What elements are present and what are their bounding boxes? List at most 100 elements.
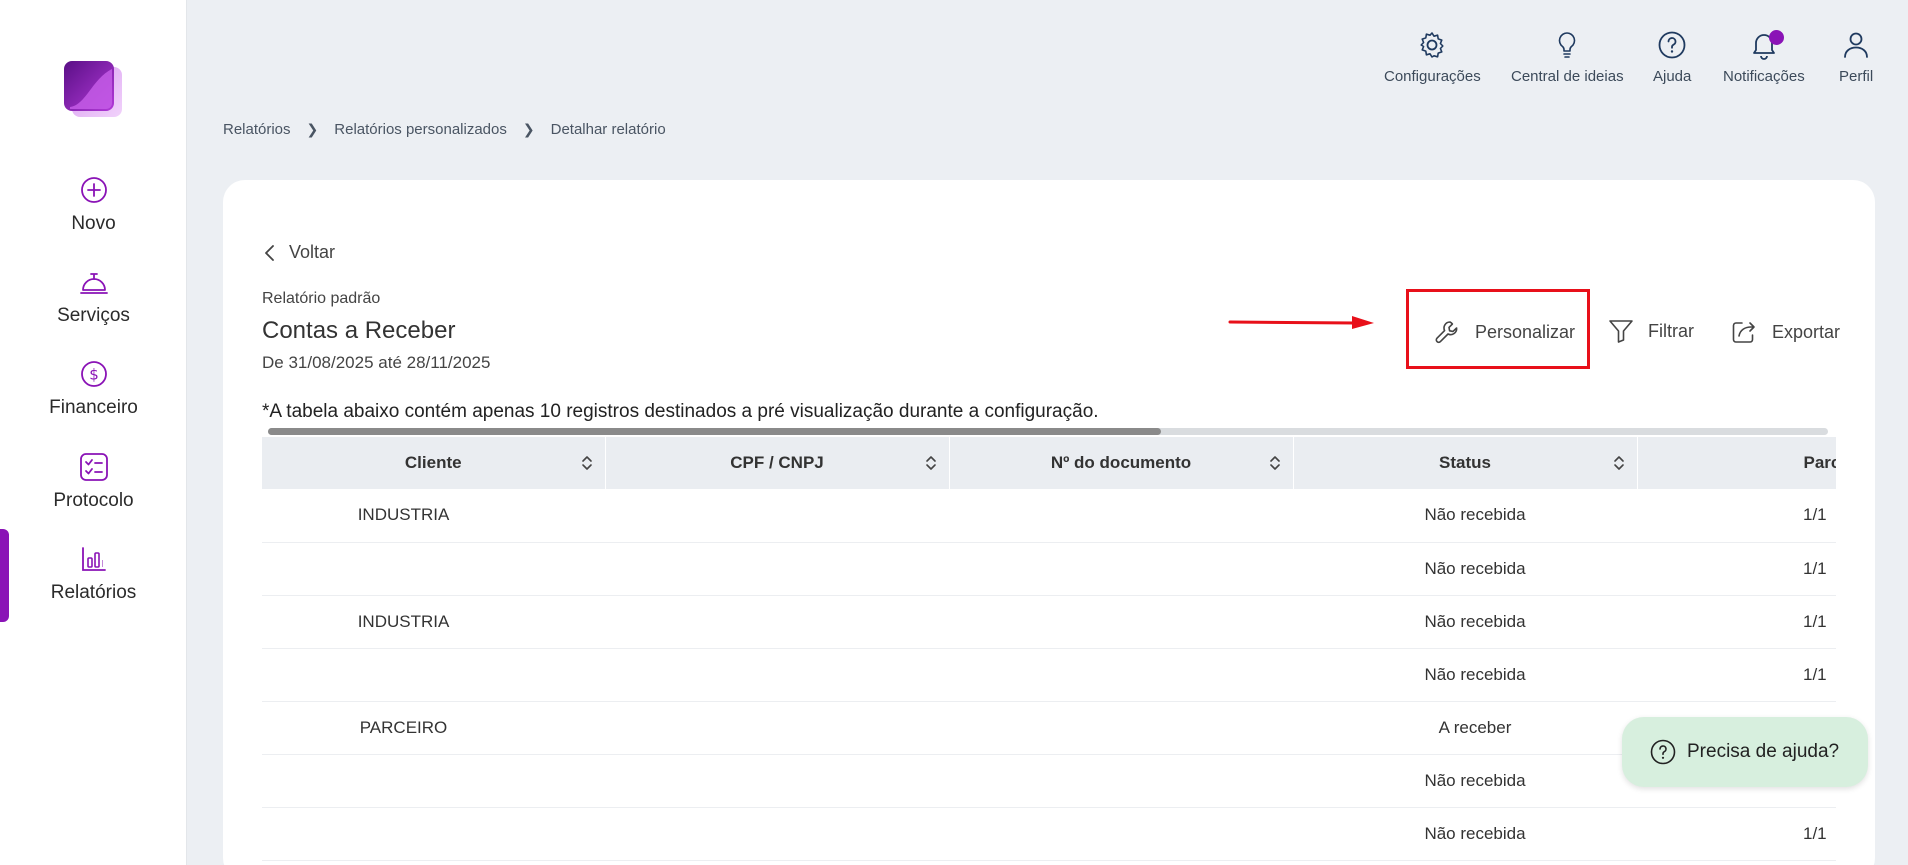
- table-row[interactable]: Não recebida1/1: [262, 648, 1836, 702]
- sidebar-item-servicos[interactable]: Serviços: [0, 257, 187, 337]
- table-cell-cliente: [262, 807, 605, 861]
- topbar-configuracoes[interactable]: Configurações: [1384, 28, 1481, 85]
- topbar-notificacoes[interactable]: Notificações: [1723, 28, 1805, 85]
- report-table: Cliente CPF / CNPJ Nº do documento Statu…: [262, 437, 1836, 861]
- sidebar-item-protocolo[interactable]: Protocolo: [0, 442, 187, 522]
- sidebar-item-label: Financeiro: [49, 397, 138, 418]
- filter-label: Filtrar: [1648, 320, 1694, 341]
- dollar-circle-icon: $: [79, 359, 109, 389]
- table-cell-status: Não recebida: [1293, 807, 1637, 861]
- breadcrumb-item-relatorios[interactable]: Relatórios: [223, 121, 291, 138]
- table-cell-doc: [949, 807, 1293, 861]
- table-cell-parcela: 1/1: [1637, 595, 1836, 649]
- breadcrumb-item-relatorios-personalizados[interactable]: Relatórios personalizados: [334, 121, 507, 138]
- table-cell-status: Não recebida: [1293, 648, 1637, 702]
- column-header-documento[interactable]: Nº do documento: [949, 437, 1294, 489]
- topbar-label: Central de ideias: [1511, 68, 1624, 85]
- table-cell-cpf: [605, 595, 949, 649]
- topbar-central-de-ideias[interactable]: Central de ideias: [1511, 28, 1624, 85]
- service-bell-icon: [79, 267, 109, 297]
- sort-icon[interactable]: [1613, 454, 1625, 472]
- sidebar-item-novo[interactable]: Novo: [0, 165, 187, 245]
- help-button-label: Precisa de ajuda?: [1687, 741, 1840, 762]
- wrench-icon: [1435, 321, 1458, 344]
- export-button[interactable]: Exportar: [1730, 318, 1840, 346]
- sidebar-item-label: Novo: [71, 213, 116, 234]
- topbar-label: Configurações: [1384, 68, 1481, 85]
- column-header-cpf-cnpj[interactable]: CPF / CNPJ: [605, 437, 950, 489]
- chevron-right-icon: ❯: [306, 121, 319, 137]
- table-cell-cliente: [262, 542, 605, 596]
- table-cell-parcela: 1/1: [1637, 807, 1836, 861]
- table-cell-doc: [949, 701, 1293, 755]
- plus-circle-icon: [79, 175, 109, 205]
- table-row[interactable]: INDUSTRIA Não recebida 1/1: [262, 489, 1836, 543]
- topbar-label: Notificações: [1723, 68, 1805, 85]
- export-label: Exportar: [1772, 321, 1841, 342]
- table-cell-cliente: INDUSTRIA: [262, 489, 605, 543]
- help-chat-button[interactable]: Precisa de ajuda?: [1622, 717, 1868, 787]
- table-cell-status: Não recebida: [1293, 595, 1637, 649]
- table-cell-parcela: 1/1: [1637, 489, 1836, 543]
- table-cell-cpf: [605, 754, 949, 808]
- table-row[interactable]: Não recebida1/1: [262, 807, 1836, 861]
- column-header-label: Status: [1439, 453, 1491, 472]
- gear-icon: [1417, 28, 1447, 62]
- topbar-label: Perfil: [1839, 68, 1874, 85]
- app-logo[interactable]: [62, 59, 124, 119]
- table-cell-status: Não recebida: [1293, 542, 1637, 596]
- bell-icon: [1750, 28, 1784, 62]
- table-header-row: Cliente CPF / CNPJ Nº do documento Statu…: [262, 437, 1836, 489]
- table-cell-doc: [949, 542, 1293, 596]
- topbar-ajuda[interactable]: Ajuda: [1653, 28, 1691, 85]
- breadcrumb-item-detalhar-relatorio: Detalhar relatório: [550, 121, 666, 138]
- table-cell-doc: [949, 648, 1293, 702]
- column-header-parcela[interactable]: Parcela: [1637, 437, 1836, 489]
- help-circle-icon: [1650, 739, 1676, 765]
- sidebar-item-label: Protocolo: [53, 490, 134, 511]
- sort-icon[interactable]: [1269, 454, 1281, 472]
- table-body: INDUSTRIA Não recebida 1/1 Não recebida 1/1 I…: [262, 489, 1836, 861]
- bar-chart-icon: [79, 544, 109, 574]
- table-cell-cpf: [605, 807, 949, 861]
- user-icon: [1842, 28, 1870, 62]
- table-cell-doc: [949, 754, 1293, 808]
- table-cell-status: Não recebida: [1293, 754, 1637, 808]
- sort-icon[interactable]: [925, 454, 937, 472]
- filter-button[interactable]: Filtrar: [1608, 318, 1694, 344]
- preview-notice: *A tabela abaixo contém apenas 10 regist…: [262, 401, 1099, 422]
- table-cell-status: A receber: [1293, 701, 1637, 755]
- table-cell-cliente: INDUSTRIA: [262, 595, 605, 649]
- table-cell-cpf: [605, 489, 949, 543]
- table-row[interactable]: Não recebida1/1: [262, 542, 1836, 596]
- topbar-perfil[interactable]: Perfil: [1839, 28, 1873, 85]
- table-cell-doc: [949, 489, 1293, 543]
- back-label: Voltar: [289, 242, 336, 262]
- report-date-range: De 31/08/2025 até 28/11/2025: [262, 353, 491, 372]
- page-title: Contas a Receber: [262, 317, 456, 344]
- table-cell-cliente: PARCEIRO: [262, 701, 605, 755]
- column-header-status[interactable]: Status: [1293, 437, 1638, 489]
- checklist-icon: [79, 452, 109, 482]
- table-row[interactable]: PARCEIROA receber1/3: [262, 701, 1836, 755]
- sidebar-item-financeiro[interactable]: $ Financeiro: [0, 349, 187, 429]
- notification-badge: [1768, 30, 1784, 45]
- table-row[interactable]: INDUSTRIA Não recebida 1/1: [262, 595, 1836, 649]
- chevron-left-icon: [265, 244, 274, 261]
- customize-button[interactable]: Personalizar: [1433, 318, 1575, 346]
- table-cell-parcela: 1/1: [1637, 648, 1836, 702]
- help-circle-icon: [1657, 28, 1687, 62]
- sort-icon[interactable]: [581, 454, 593, 472]
- report-table-container: Cliente CPF / CNPJ Nº do documento Statu…: [262, 437, 1836, 865]
- table-cell-cpf: [605, 542, 949, 596]
- back-button[interactable]: Voltar: [263, 242, 335, 263]
- horizontal-scrollbar-thumb[interactable]: [268, 428, 1161, 435]
- table-cell-cliente: [262, 648, 605, 702]
- svg-text:$: $: [89, 366, 99, 384]
- sidebar-item-relatorios[interactable]: Relatórios: [0, 534, 187, 614]
- column-header-label: Parcela: [1803, 453, 1837, 472]
- table-row[interactable]: Não recebida1/1: [262, 754, 1836, 808]
- topbar-label: Ajuda: [1653, 68, 1692, 85]
- sidebar: Novo Serviços $ Financeiro Protocolo Rel…: [0, 0, 187, 865]
- column-header-cliente[interactable]: Cliente: [262, 437, 606, 489]
